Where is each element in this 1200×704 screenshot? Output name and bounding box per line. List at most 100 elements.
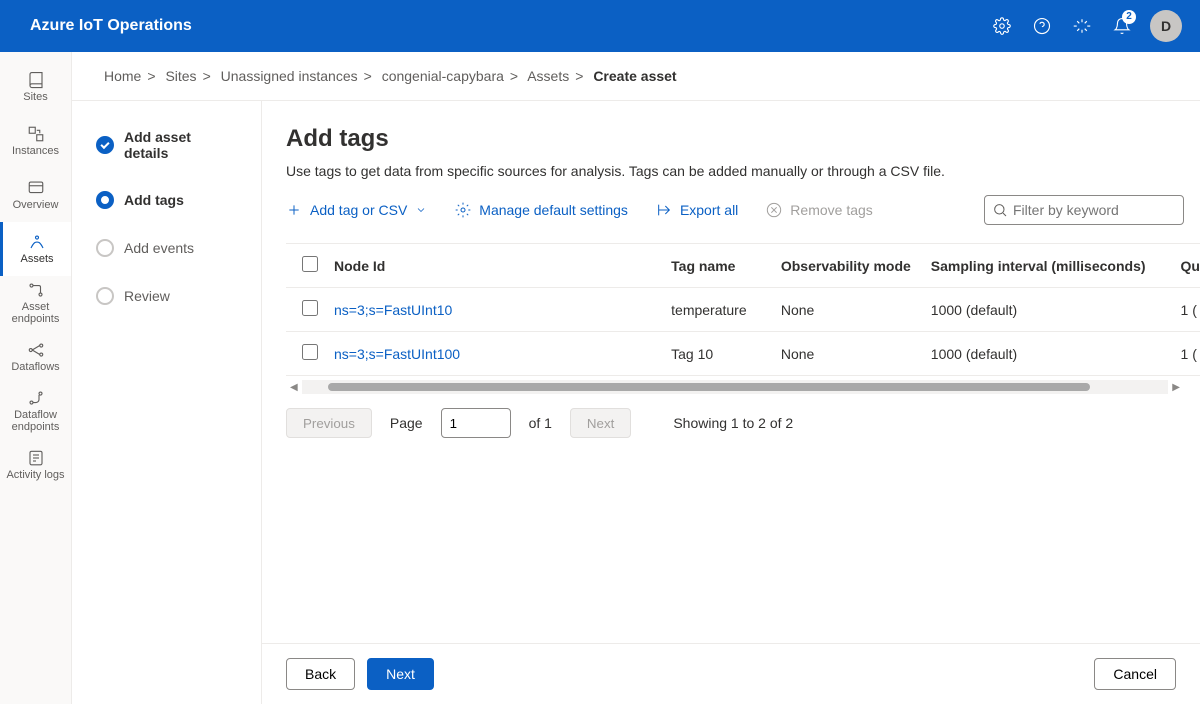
back-button[interactable]: Back (286, 658, 355, 690)
filter-box (984, 195, 1184, 225)
col-queue[interactable]: Qu (1181, 244, 1200, 288)
breadcrumb-link[interactable]: congenial-capybara (382, 68, 504, 84)
step-label: Add events (124, 240, 194, 256)
activity-logs-icon (27, 449, 45, 467)
step-add-events[interactable]: Add events (96, 239, 237, 257)
previous-page-button: Previous (286, 408, 372, 438)
step-indicator-done-icon (96, 136, 114, 154)
step-review[interactable]: Review (96, 287, 237, 305)
nav-label: Dataflows (11, 361, 59, 373)
showing-label: Showing 1 to 2 of 2 (673, 415, 793, 431)
chevron-down-icon (415, 204, 427, 216)
nav-item-assets[interactable]: Assets (0, 222, 71, 276)
row-checkbox[interactable] (302, 300, 318, 316)
nav-label: Dataflow endpoints (0, 409, 71, 433)
nav-item-instances[interactable]: Instances (0, 114, 71, 168)
nav-item-dataflow-endpoints[interactable]: Dataflow endpoints (0, 384, 71, 438)
toolbar-label: Add tag or CSV (310, 202, 407, 218)
breadcrumb-link[interactable]: Unassigned instances (221, 68, 358, 84)
nav-item-dataflows[interactable]: Dataflows (0, 330, 71, 384)
settings-button[interactable] (982, 6, 1022, 46)
side-nav: Sites Instances Overview Assets Asset en… (0, 52, 72, 704)
dataflow-endpoints-icon (27, 389, 45, 407)
page-of-label: of 1 (529, 415, 552, 431)
instances-icon (27, 125, 45, 143)
breadcrumb-current: Create asset (593, 68, 676, 84)
step-label: Review (124, 288, 170, 304)
help-icon (1033, 17, 1051, 35)
sparkle-icon (1073, 17, 1091, 35)
nav-label: Sites (23, 91, 47, 103)
step-label: Add tags (124, 192, 184, 208)
help-button[interactable] (1022, 6, 1062, 46)
page-input[interactable] (441, 408, 511, 438)
cell-tag-name: Tag 10 (671, 332, 781, 376)
next-button[interactable]: Next (367, 658, 434, 690)
pagination: Previous Page of 1 Next Showing 1 to 2 o… (286, 408, 1200, 438)
step-indicator-icon (96, 239, 114, 257)
gear-icon (993, 17, 1011, 35)
cancel-button[interactable]: Cancel (1094, 658, 1176, 690)
nav-item-asset-endpoints[interactable]: Asset endpoints (0, 276, 71, 330)
col-sampling[interactable]: Sampling interval (milliseconds) (931, 244, 1181, 288)
assets-icon (28, 233, 46, 251)
nav-item-overview[interactable]: Overview (0, 168, 71, 222)
feedback-button[interactable] (1062, 6, 1102, 46)
nav-label: Instances (12, 145, 59, 157)
col-node-id[interactable]: Node Id (334, 244, 671, 288)
nav-item-sites[interactable]: Sites (0, 60, 71, 114)
nav-label: Assets (20, 253, 53, 265)
page-description: Use tags to get data from specific sourc… (286, 163, 1200, 179)
node-id-link[interactable]: ns=3;s=FastUInt100 (334, 346, 460, 362)
page-label: Page (390, 415, 423, 431)
toolbar-label: Export all (680, 202, 738, 218)
step-add-tags[interactable]: Add tags (96, 191, 237, 209)
toolbar: Add tag or CSV Manage default settings E… (286, 195, 1200, 225)
scroll-right-icon[interactable]: ▶ (1168, 382, 1184, 393)
manage-defaults-button[interactable]: Manage default settings (455, 202, 628, 218)
breadcrumb: Home> Sites> Unassigned instances> conge… (72, 52, 1200, 100)
notifications-button[interactable]: 2 (1102, 6, 1142, 46)
step-indicator-active-icon (96, 191, 114, 209)
search-icon (992, 202, 1008, 218)
dataflows-icon (27, 341, 45, 359)
horizontal-scrollbar[interactable]: ◀ ▶ (286, 380, 1184, 394)
cell-queue: 1 ( (1181, 288, 1200, 332)
user-avatar[interactable]: D (1150, 10, 1182, 42)
sites-icon (27, 71, 45, 89)
breadcrumb-link[interactable]: Sites (165, 68, 196, 84)
nav-item-activity-logs[interactable]: Activity logs (0, 438, 71, 492)
step-indicator-icon (96, 287, 114, 305)
cell-queue: 1 ( (1181, 332, 1200, 376)
col-tag-name[interactable]: Tag name (671, 244, 781, 288)
breadcrumb-link[interactable]: Assets (527, 68, 569, 84)
cell-sampling: 1000 (default) (931, 332, 1181, 376)
step-add-asset-details[interactable]: Add asset details (96, 129, 237, 161)
cell-tag-name: temperature (671, 288, 781, 332)
select-all-checkbox[interactable] (302, 256, 318, 272)
step-label: Add asset details (124, 129, 237, 161)
filter-input[interactable] (984, 195, 1184, 225)
node-id-link[interactable]: ns=3;s=FastUInt10 (334, 302, 452, 318)
top-bar: Azure IoT Operations 2 D (0, 0, 1200, 52)
export-all-button[interactable]: Export all (656, 202, 738, 218)
row-checkbox[interactable] (302, 344, 318, 360)
page-heading: Add tags (286, 125, 1200, 153)
toolbar-label: Manage default settings (479, 202, 628, 218)
nav-label: Activity logs (6, 469, 64, 481)
cell-obs-mode: None (781, 288, 931, 332)
plus-icon (286, 202, 302, 218)
tags-table-wrap: Node Id Tag name Observability mode Samp… (286, 243, 1200, 376)
col-obs-mode[interactable]: Observability mode (781, 244, 931, 288)
add-tag-button[interactable]: Add tag or CSV (286, 202, 427, 218)
breadcrumb-link[interactable]: Home (104, 68, 141, 84)
export-icon (656, 202, 672, 218)
scroll-left-icon[interactable]: ◀ (286, 382, 302, 393)
next-page-button: Next (570, 408, 631, 438)
overview-icon (27, 179, 45, 197)
toolbar-label: Remove tags (790, 202, 872, 218)
wizard-stepper: Add asset details Add tags Add events Re… (72, 101, 262, 704)
remove-tags-button: Remove tags (766, 202, 872, 218)
notification-badge: 2 (1122, 10, 1136, 24)
cell-obs-mode: None (781, 332, 931, 376)
